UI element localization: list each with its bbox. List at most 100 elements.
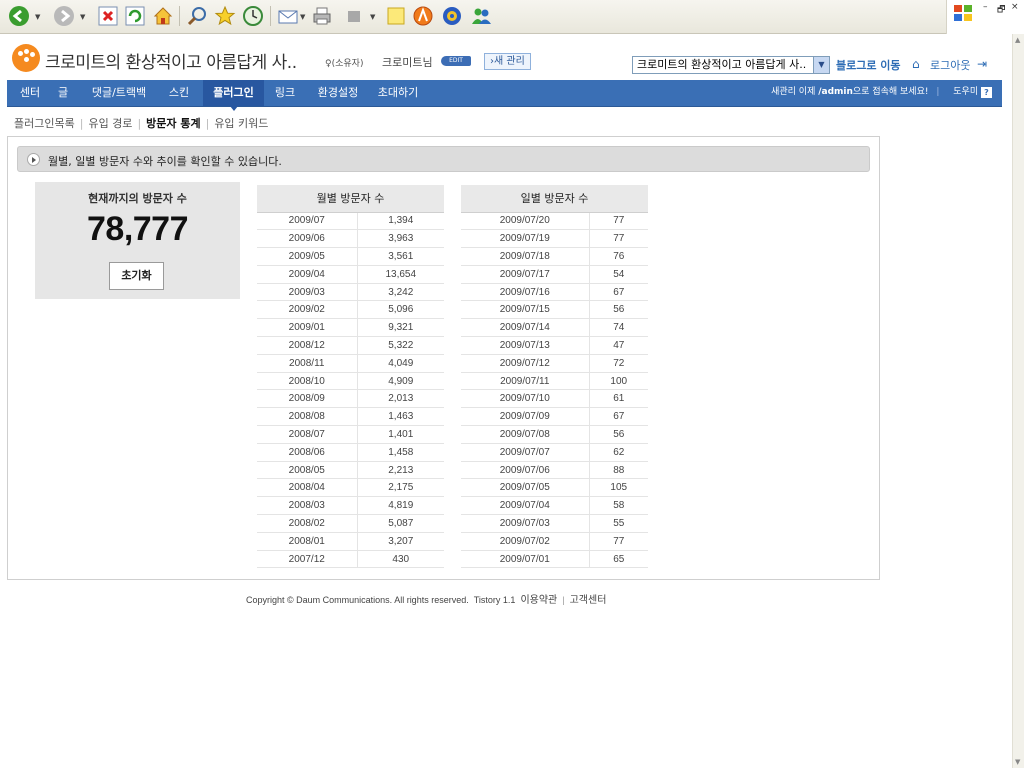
monthly-row-date: 2008/01 — [257, 532, 357, 551]
support-link[interactable]: 고객센터 — [570, 595, 607, 606]
daily-row-date: 2009/07/11 — [461, 372, 589, 391]
window-controls: – 🗗 × — [946, 0, 1024, 34]
monthly-row-date: 2008/07 — [257, 425, 357, 444]
daily-row-count: 56 — [588, 425, 648, 444]
goto-blog-link[interactable]: 블로그로 이동 — [836, 57, 901, 73]
monthly-row-count: 5,322 — [356, 336, 444, 355]
blog-title[interactable]: 크로미트의 환상적이고 아름답게 사.. — [45, 48, 297, 73]
monthly-row-count: 5,087 — [356, 514, 444, 533]
chevron-down-icon[interactable]: ▼ — [813, 57, 829, 73]
subnav-visitor-stats[interactable]: 방문자 통계 — [146, 117, 200, 130]
close-icon[interactable]: × — [1011, 2, 1019, 12]
visitor-total-count: 78,777 — [87, 210, 189, 248]
forward-icon[interactable] — [53, 5, 75, 27]
home-small-icon[interactable]: ⌂ — [912, 57, 920, 71]
note-icon[interactable] — [385, 5, 407, 27]
scroll-up-icon[interactable]: ▲ — [1015, 36, 1020, 44]
monthly-row: 2008/02 5,087 — [257, 514, 444, 533]
nav-right-notice: 새관리 이제 /admin으로 접속해 보세요! | 도우미 ? — [771, 80, 992, 106]
subnav-plugin-list[interactable]: 플러그인목록 — [14, 117, 75, 130]
blog-select[interactable]: 크로미트의 환상적이고 아름답게 사.. ▼ — [632, 56, 830, 74]
monthly-row-date: 2008/11 — [257, 354, 357, 373]
daily-row: 2009/07/08 56 — [461, 425, 648, 444]
monthly-row: 2008/06 1,458 — [257, 443, 444, 462]
media-icon[interactable] — [412, 5, 434, 27]
daily-row-date: 2009/07/07 — [461, 443, 589, 462]
nav-item-settings[interactable]: 환경설정 — [311, 80, 365, 106]
favorites-icon[interactable] — [214, 5, 236, 27]
daily-row: 2009/07/04 58 — [461, 496, 648, 516]
daily-row-count: 47 — [588, 336, 648, 355]
edit-icon[interactable] — [343, 5, 365, 27]
edit-dropdown-icon[interactable]: ▼ — [370, 13, 375, 21]
forward-dropdown-icon[interactable]: ▼ — [80, 13, 85, 21]
daily-row: 2009/07/06 88 — [461, 461, 648, 480]
daily-row-count: 76 — [588, 247, 648, 266]
monthly-row-date: 2008/12 — [257, 336, 357, 355]
monthly-row: 2008/05 2,213 — [257, 461, 444, 480]
daily-row-date: 2009/07/08 — [461, 425, 589, 444]
monthly-row-date: 2008/06 — [257, 443, 357, 462]
nav-item-invite[interactable]: 초대하기 — [375, 80, 421, 106]
monthly-row-count: 3,963 — [356, 229, 444, 249]
logout-link[interactable]: 로그아웃 — [930, 57, 970, 73]
reset-button[interactable]: 초기화 — [109, 262, 164, 290]
help-link[interactable]: 도우미 ? — [953, 80, 992, 105]
daily-row: 2009/07/07 62 — [461, 443, 648, 462]
monthly-row-date: 2008/10 — [257, 372, 357, 391]
back-dropdown-icon[interactable]: ▼ — [35, 13, 40, 21]
vertical-scrollbar[interactable]: ▲ ▼ — [1012, 34, 1024, 768]
mail-icon[interactable] — [277, 5, 299, 27]
daily-row-count: 77 — [588, 212, 648, 231]
nav-item-skin[interactable]: 스킨 — [163, 80, 195, 106]
daily-row-count: 67 — [588, 407, 648, 427]
visitor-total-box: 현재까지의 방문자 수 78,777 초기화 — [35, 182, 240, 299]
daily-row-date: 2009/07/15 — [461, 300, 589, 320]
daily-row: 2009/07/16 67 — [461, 283, 648, 302]
home-icon[interactable] — [152, 5, 174, 27]
back-icon[interactable] — [8, 5, 30, 27]
daily-row-date: 2009/07/02 — [461, 532, 589, 551]
nav-item-comments[interactable]: 댓글/트랙백 — [85, 80, 153, 106]
subnav-keywords[interactable]: 유입 키워드 — [214, 117, 268, 130]
search-icon[interactable] — [186, 5, 208, 27]
refresh-icon[interactable] — [124, 5, 146, 27]
edit-profile-button[interactable]: EDIT — [441, 56, 471, 66]
daily-row-count: 67 — [588, 283, 648, 302]
main-nav: 센터 글 댓글/트랙백 스킨 플러그인 링크 환경설정 초대하기 새관리 이제 … — [7, 80, 1002, 111]
daily-row-date: 2009/07/14 — [461, 318, 589, 338]
tistory-logo-icon[interactable] — [12, 44, 40, 72]
nav-item-center[interactable]: 센터 — [13, 80, 47, 106]
daily-row-count: 55 — [588, 514, 648, 533]
logout-icon[interactable]: ⇥ — [977, 57, 987, 71]
daily-row-date: 2009/07/09 — [461, 407, 589, 427]
scroll-down-icon[interactable]: ▼ — [1015, 758, 1020, 766]
footer: Copyright © Daum Communications. All rig… — [246, 595, 607, 606]
mail-dropdown-icon[interactable]: ▼ — [300, 13, 305, 21]
restore-icon[interactable]: 🗗 — [997, 2, 1005, 18]
nav-item-posts[interactable]: 글 — [53, 80, 73, 106]
minimize-icon[interactable]: – — [983, 2, 988, 12]
settings-icon[interactable] — [441, 5, 463, 27]
stop-icon[interactable] — [97, 5, 119, 27]
info-text: 월별, 일별 방문자 수와 추이를 확인할 수 있습니다. — [48, 155, 282, 168]
subnav-referrer[interactable]: 유입 경로 — [88, 117, 132, 130]
daily-row-date: 2009/07/18 — [461, 247, 589, 266]
daily-row: 2009/07/18 76 — [461, 247, 648, 266]
monthly-row-date: 2009/05 — [257, 247, 357, 266]
monthly-row-count: 1,394 — [356, 212, 444, 231]
owner-label: ♀(소유자) — [325, 59, 364, 69]
nav-item-links[interactable]: 링크 — [271, 80, 299, 106]
new-manager-button[interactable]: ›새 관리 — [484, 53, 531, 70]
daily-row-count: 100 — [588, 372, 648, 391]
monthly-row-date: 2008/08 — [257, 407, 357, 427]
copyright-text: Copyright © Daum Communications. All rig… — [246, 595, 469, 605]
print-icon[interactable] — [311, 5, 333, 27]
monthly-row: 2008/01 3,207 — [257, 532, 444, 551]
nickname: 크로미트님 — [382, 56, 433, 69]
nav-item-plugin[interactable]: 플러그인 — [203, 80, 264, 111]
admin-url-link[interactable]: /admin — [818, 87, 853, 97]
history-icon[interactable] — [242, 5, 264, 27]
messenger-icon[interactable] — [470, 5, 492, 27]
terms-link[interactable]: 이용약관 — [520, 595, 557, 606]
